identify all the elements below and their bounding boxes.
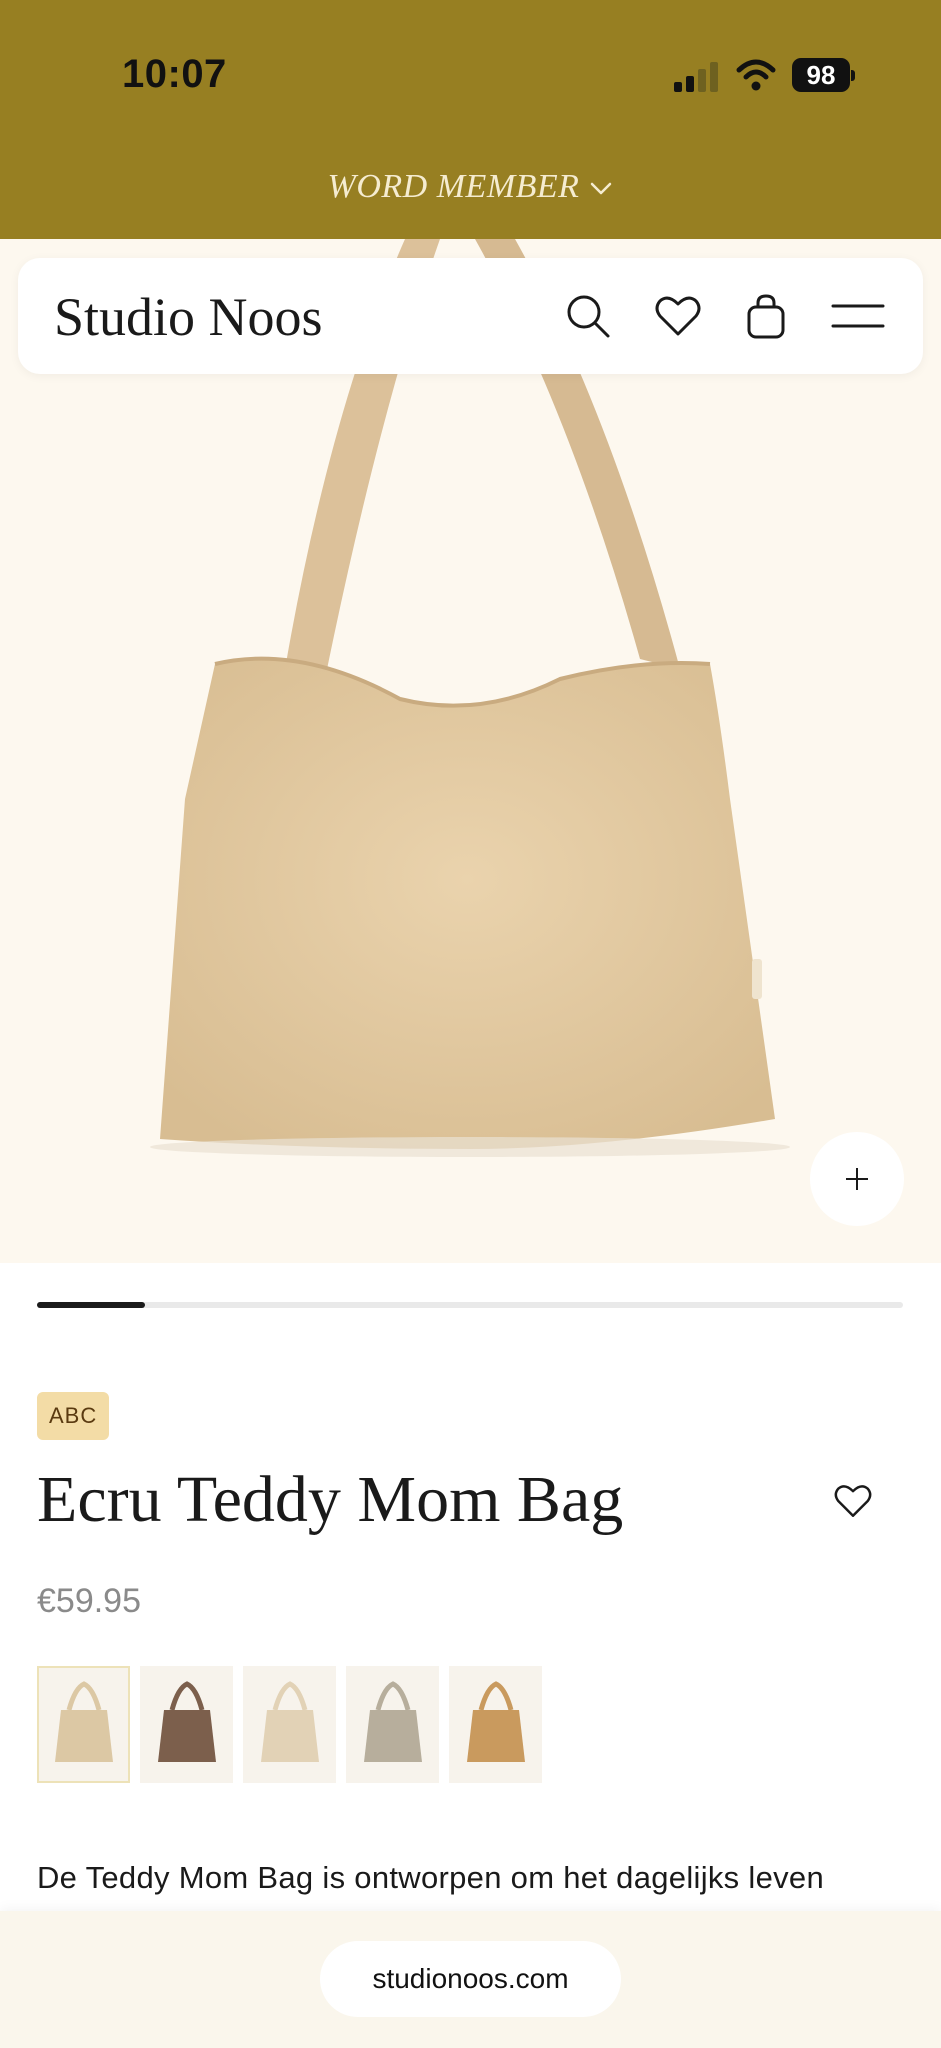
menu-button[interactable] [830,292,886,340]
bag-thumbnail-icon [466,1680,525,1762]
product-description: De Teddy Mom Bag is ontworpen om het dag… [37,1860,824,1895]
add-to-wishlist-button[interactable] [828,1476,878,1526]
cart-button[interactable] [742,292,790,340]
variant-swatch-ecru-teddy[interactable] [37,1666,130,1783]
hamburger-menu-icon [831,304,885,328]
gallery-progress [37,1302,903,1308]
heart-icon [655,296,701,336]
battery-level: 98 [792,58,850,92]
search-icon [567,295,610,338]
product-image [150,239,790,1157]
product-badge: ABC [37,1392,110,1440]
member-label: WORD MEMBER [327,168,580,205]
battery-nub [851,70,855,81]
search-button[interactable] [564,292,612,340]
shopping-bag-icon [747,294,785,339]
product-image-gallery[interactable] [0,239,941,1263]
wifi-icon [736,59,776,91]
bag-thumbnail-icon [157,1680,216,1762]
member-dropdown[interactable]: WORD MEMBER [0,168,941,206]
product-title: Ecru Teddy Mom Bag [37,1463,624,1536]
brand-logo[interactable]: Studio Noos [54,286,323,348]
wishlist-button[interactable] [654,292,702,340]
heart-icon [834,1485,872,1517]
variant-swatch-ecru-brown-strap[interactable] [243,1666,336,1783]
variant-swatch-leopard-camel[interactable] [449,1666,542,1783]
bag-thumbnail-icon [260,1680,319,1762]
zoom-image-button[interactable] [810,1132,904,1226]
url-bar[interactable]: studionoos.com [320,1941,621,2017]
chevron-down-icon [591,182,612,195]
bag-thumbnail-icon [54,1680,113,1762]
header-card: Studio Noos [18,258,923,374]
variant-swatch-leopard-grey[interactable] [346,1666,439,1783]
variant-swatches [37,1666,542,1783]
battery-indicator: 98 [792,58,856,94]
bag-thumbnail-icon [363,1680,422,1762]
cellular-signal-icon [674,62,718,92]
plus-icon [846,1168,868,1190]
top-bar: 10:07 98 WORD MEMBER [0,0,941,239]
status-time: 10:07 [122,52,227,96]
browser-bottom-bar: studionoos.com [0,1911,941,2048]
variant-swatch-brown-teddy[interactable] [140,1666,233,1783]
product-price: €59.95 [37,1582,141,1620]
gallery-progress-fill [37,1302,146,1308]
